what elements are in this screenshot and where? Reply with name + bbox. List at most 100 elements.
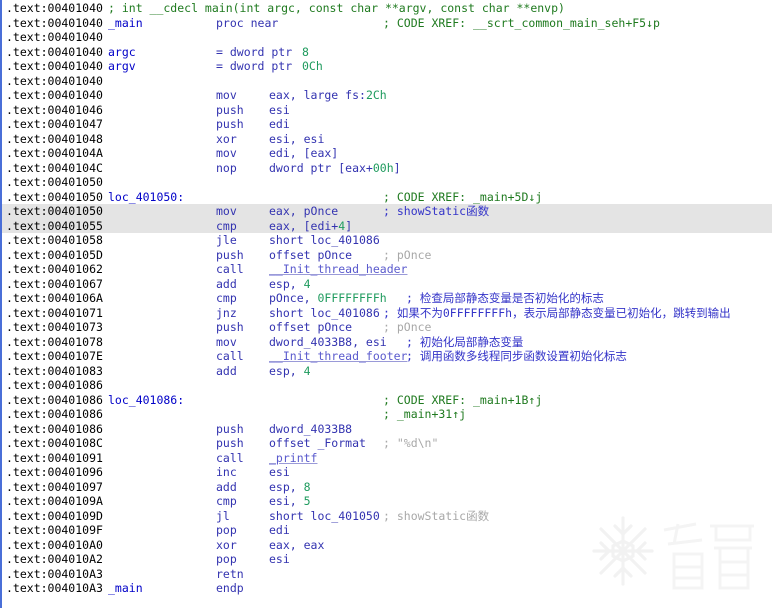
code-line[interactable]: .text:00401091 call _printf <box>2 451 772 466</box>
instruction-operands[interactable]: offset _Format <box>269 436 366 451</box>
code-line[interactable]: .text:004010A3 retn <box>2 567 772 582</box>
code-line[interactable]: .text:00401047 push edi <box>2 117 772 132</box>
code-line[interactable]: .text:00401058 jle short loc_401086 <box>2 233 772 248</box>
code-line[interactable]: .text:00401067 add esp, 4 <box>2 277 772 292</box>
instruction-mnemonic: = dword ptr <box>216 59 293 73</box>
code-line[interactable]: .text:00401086 push dword_4033B8 <box>2 422 772 437</box>
instruction-operands[interactable]: edi, [eax] <box>269 146 338 161</box>
instruction-operands[interactable]: short loc_401050 <box>269 509 380 524</box>
line-address: .text:0040107E <box>6 349 103 363</box>
code-line[interactable]: .text:0040104C nop dword ptr [eax+00h] <box>2 161 772 176</box>
code-line[interactable]: .text:00401073 push offset pOnce ; pOnce <box>2 320 772 335</box>
disassembly-view[interactable]: .text:00401040 ; int __cdecl main(int arg… <box>0 0 772 608</box>
instruction-operands[interactable]: eax, large fs:2Ch <box>269 88 387 103</box>
code-line[interactable]: .text:0040104A mov edi, [eax] <box>2 146 772 161</box>
code-line[interactable]: .text:0040108C push offset _Format ; "%d\n" <box>2 436 772 451</box>
line-comment: ; pOnce <box>383 247 432 262</box>
instruction-operands[interactable]: __Init_thread_header <box>269 262 407 277</box>
code-line[interactable]: .text:00401050 <box>2 175 772 190</box>
code-line[interactable]: .text:0040109A cmp esi, 5 <box>2 494 772 509</box>
instruction-operands[interactable]: edi <box>269 523 290 538</box>
instruction-operands[interactable]: offset pOnce <box>269 320 352 335</box>
instruction-operands[interactable]: esp, 8 <box>269 480 311 495</box>
instruction-operands[interactable]: esi <box>269 103 290 118</box>
code-line[interactable]: .text:00401040 argv = dword ptr 0Ch <box>2 59 772 74</box>
line-label[interactable]: _main <box>108 581 143 596</box>
code-line[interactable]: .text:004010A2 pop esi <box>2 552 772 567</box>
code-line[interactable]: .text:00401040 ; int __cdecl main(int arg… <box>2 1 772 16</box>
line-label[interactable]: loc_401050: <box>108 190 184 205</box>
line-label[interactable]: argc <box>108 45 136 60</box>
instruction-mnemonic: cmp <box>216 218 237 233</box>
instruction-operands[interactable]: esp, 4 <box>269 364 311 379</box>
line-label[interactable]: argv <box>108 59 136 74</box>
code-line[interactable]: .text:00401040 <box>2 74 772 89</box>
instruction-operands[interactable]: dword_4033B8 <box>269 422 352 437</box>
code-line[interactable]: .text:00401071 jnz short loc_401086; 如果不为0… <box>2 306 772 321</box>
line-address: .text:00401062 <box>6 262 103 276</box>
code-line[interactable]: .text:00401086 <box>2 378 772 393</box>
instruction-mnemonic: proc near <box>216 15 279 30</box>
instruction-operands[interactable]: __Init_thread_footer <box>269 349 407 364</box>
instruction-operands[interactable]: short loc_401086 <box>269 306 380 321</box>
line-address: .text:00401086 <box>6 421 103 436</box>
code-line[interactable]: .text:0040107E call __Init_thread_footer; … <box>2 349 772 364</box>
instruction-operands[interactable]: _printf <box>269 451 317 466</box>
instruction-mnemonic: jnz <box>216 305 237 320</box>
instruction-operands[interactable]: offset pOnce <box>269 248 352 263</box>
code-line[interactable]: .text:00401083 add esp, 4 <box>2 364 772 379</box>
code-line[interactable]: .text:00401086 loc_401086: ; CODE XREF: _m… <box>2 393 772 408</box>
code-line[interactable]: .text:00401096 inc esi <box>2 465 772 480</box>
line-comment-annotation: ; 初始化局部静态变量 <box>406 334 524 349</box>
instruction-operands[interactable]: dword_4033B8, esi <box>269 335 387 350</box>
line-address: .text:0040109A <box>6 494 103 508</box>
line-comment-annotation: ; 调用函数多线程同步函数设置初始化标志 <box>406 349 627 363</box>
line-address: .text:0040106A <box>6 291 103 305</box>
code-line[interactable]: .text:00401097 add esp, 8 <box>2 480 772 495</box>
instruction-operands[interactable]: eax, eax <box>269 538 324 553</box>
code-line[interactable]: .text:00401040 argc = dword ptr 8 <box>2 45 772 60</box>
instruction-mnemonic: call <box>216 450 244 465</box>
code-line[interactable]: .text:00401078 mov dword_4033B8, esi ; 初始化局… <box>2 335 772 350</box>
instruction-operands[interactable]: dword ptr [eax+00h] <box>269 161 401 176</box>
code-line[interactable]: .text:00401040 _main proc near ; CODE XREF:… <box>2 16 772 31</box>
instruction-operands[interactable]: esi <box>269 552 290 567</box>
code-line[interactable]: .text:00401050 mov eax, pOnce ; showStatic函… <box>2 204 772 219</box>
instruction-operands[interactable]: 0Ch <box>302 59 323 74</box>
line-label[interactable]: loc_401086: <box>108 393 184 408</box>
instruction-operands[interactable]: short loc_401086 <box>269 233 380 248</box>
code-line[interactable]: .text:00401046 push esi <box>2 103 772 118</box>
code-line[interactable]: .text:00401040 <box>2 30 772 45</box>
code-line[interactable]: .text:00401040 mov eax, large fs:2Ch <box>2 88 772 103</box>
code-line[interactable]: .text:00401050 loc_401050: ; CODE XREF: _m… <box>2 190 772 205</box>
code-line[interactable]: .text:00401055 cmp eax, [edi+4] <box>2 218 772 234</box>
code-line[interactable]: .text:00401086 ; _main+31↑j <box>2 407 772 422</box>
code-line[interactable]: .text:004010A3 _main endp <box>2 581 772 596</box>
line-label[interactable]: _main <box>108 16 143 31</box>
code-line[interactable]: .text:00401062 call __Init_thread_header <box>2 262 772 277</box>
instruction-mnemonic: inc <box>216 465 237 479</box>
instruction-operands[interactable]: eax, pOnce <box>269 204 338 219</box>
code-line[interactable]: .text:0040109F pop edi <box>2 523 772 538</box>
line-address: .text:00401047 <box>6 117 103 131</box>
line-comment-annotation: ; showStatic函数 <box>383 204 490 218</box>
instruction-operands[interactable]: esi, esi <box>269 132 324 147</box>
instruction-operands[interactable]: esi, 5 <box>269 494 311 509</box>
instruction-operands[interactable]: pOnce, 0FFFFFFFFh <box>269 291 387 306</box>
instruction-operands[interactable]: eax, [edi+4] <box>269 219 352 234</box>
instruction-operands[interactable]: 8 <box>302 45 309 60</box>
line-address: .text:00401091 <box>6 450 103 465</box>
instruction-operands[interactable]: esi <box>269 465 290 480</box>
line-address: .text:0040104A <box>6 146 103 160</box>
code-line[interactable]: .text:004010A0 xor eax, eax <box>2 538 772 553</box>
line-address: .text:00401086 <box>6 378 103 392</box>
code-line[interactable]: .text:0040106A cmp pOnce, 0FFFFFFFFh ; 检查局部… <box>2 291 772 306</box>
code-line[interactable]: .text:00401048 xor esi, esi <box>2 132 772 147</box>
code-line[interactable]: .text:0040109D jl short loc_401050; showSt… <box>2 509 772 524</box>
line-address: .text:00401048 <box>6 131 103 146</box>
instruction-mnemonic: push <box>216 436 244 450</box>
instruction-operands[interactable]: edi <box>269 117 290 132</box>
line-address: .text:00401096 <box>6 465 103 479</box>
instruction-operands[interactable]: esp, 4 <box>269 277 311 292</box>
code-line[interactable]: .text:0040105D push offset pOnce ; pOnce <box>2 248 772 263</box>
